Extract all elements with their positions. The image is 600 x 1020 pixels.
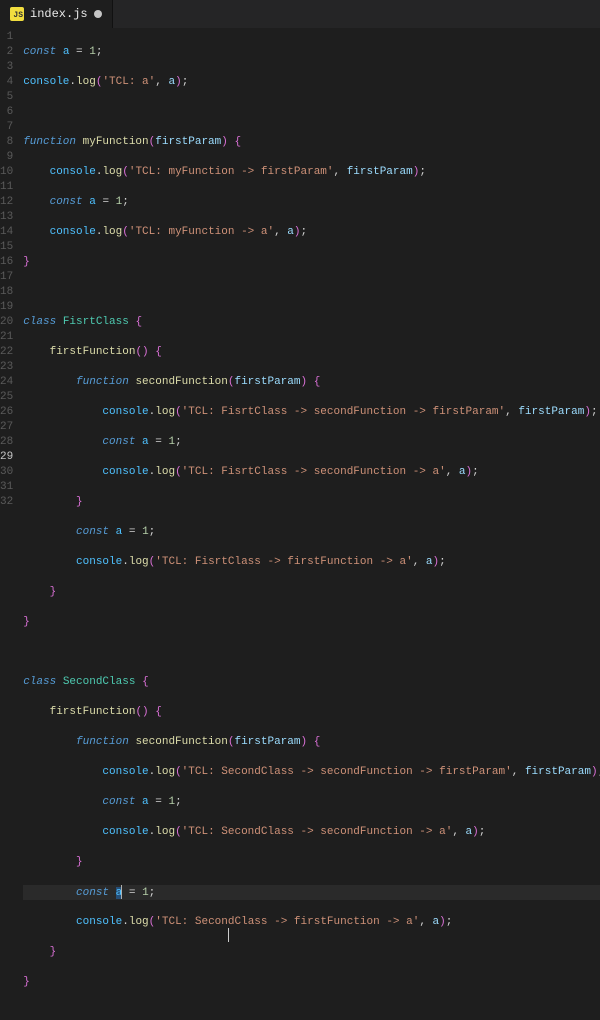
code-line[interactable]: } [23,495,600,510]
code-line[interactable]: } [23,615,600,630]
code-line[interactable]: console.log('TCL: FisrtClass -> secondFu… [23,405,600,420]
code-line[interactable]: const a = 1; [23,435,600,450]
code-line[interactable]: firstFunction() { [23,705,600,720]
code-line[interactable]: console.log('TCL: SecondClass -> firstFu… [23,915,600,930]
line-number: 5 [0,90,13,105]
line-number: 11 [0,180,13,195]
line-number: 16 [0,255,13,270]
code-line[interactable]: class FisrtClass { [23,315,600,330]
code-line[interactable] [23,105,600,120]
code-line[interactable]: } [23,945,600,960]
line-number: 22 [0,345,13,360]
line-number: 27 [0,420,13,435]
code-line[interactable]: function secondFunction(firstParam) { [23,375,600,390]
line-number: 13 [0,210,13,225]
line-number: 15 [0,240,13,255]
line-number: 23 [0,360,13,375]
code-line[interactable]: console.log('TCL: myFunction -> a', a); [23,225,600,240]
line-number: 26 [0,405,13,420]
code-line[interactable]: const a = 1; [23,795,600,810]
line-number: 18 [0,285,13,300]
line-number: 1 [0,30,13,45]
line-number: 28 [0,435,13,450]
code-line[interactable]: const a = 1; [23,525,600,540]
code-line[interactable]: const a = 1; [23,885,600,900]
line-number: 2 [0,45,13,60]
line-number: 4 [0,75,13,90]
code-line[interactable] [23,645,600,660]
line-number: 17 [0,270,13,285]
line-number: 20 [0,315,13,330]
code-line[interactable]: console.log('TCL: SecondClass -> secondF… [23,765,600,780]
tab-index-js[interactable]: JS index.js [0,0,113,28]
line-number: 14 [0,225,13,240]
line-number: 3 [0,60,13,75]
line-number: 32 [0,495,13,510]
line-number: 19 [0,300,13,315]
tab-bar: JS index.js [0,0,600,28]
unsaved-indicator-icon [94,10,102,18]
code-line[interactable]: firstFunction() { [23,345,600,360]
code-line[interactable]: console.log('TCL: SecondClass -> secondF… [23,825,600,840]
code-line[interactable]: } [23,255,600,270]
line-number: 10 [0,165,13,180]
line-number-gutter[interactable]: 1 2 3 4 5 6 7 8 9 10 11 12 13 14 15 16 1… [0,30,23,522]
code-line[interactable]: const a = 1; [23,45,600,60]
line-number: 21 [0,330,13,345]
code-line[interactable]: console.log('TCL: myFunction -> firstPar… [23,165,600,180]
code-line[interactable]: function myFunction(firstParam) { [23,135,600,150]
line-number: 12 [0,195,13,210]
code-line[interactable]: } [23,975,600,990]
code-line[interactable]: console.log('TCL: FisrtClass -> secondFu… [23,465,600,480]
code-line[interactable]: } [23,855,600,870]
code-line[interactable] [23,285,600,300]
line-number: 8 [0,135,13,150]
line-number: 25 [0,390,13,405]
code-line[interactable]: console.log('TCL: FisrtClass -> firstFun… [23,555,600,570]
javascript-file-icon: JS [10,7,24,21]
code-line[interactable]: const a = 1; [23,195,600,210]
line-number: 29 [0,450,13,465]
code-line[interactable]: console.log('TCL: a', a); [23,75,600,90]
tab-filename: index.js [30,7,88,21]
line-number: 30 [0,465,13,480]
line-number: 24 [0,375,13,390]
code-line[interactable]: class SecondClass { [23,675,600,690]
code-line[interactable]: function secondFunction(firstParam) { [23,735,600,750]
line-number: 6 [0,105,13,120]
code-line[interactable]: } [23,585,600,600]
code-area[interactable]: const a = 1; console.log('TCL: a', a); f… [23,30,600,522]
line-number: 9 [0,150,13,165]
secondary-cursor-icon [228,928,229,942]
editor: 1 2 3 4 5 6 7 8 9 10 11 12 13 14 15 16 1… [0,28,600,522]
line-number: 31 [0,480,13,495]
line-number: 7 [0,120,13,135]
